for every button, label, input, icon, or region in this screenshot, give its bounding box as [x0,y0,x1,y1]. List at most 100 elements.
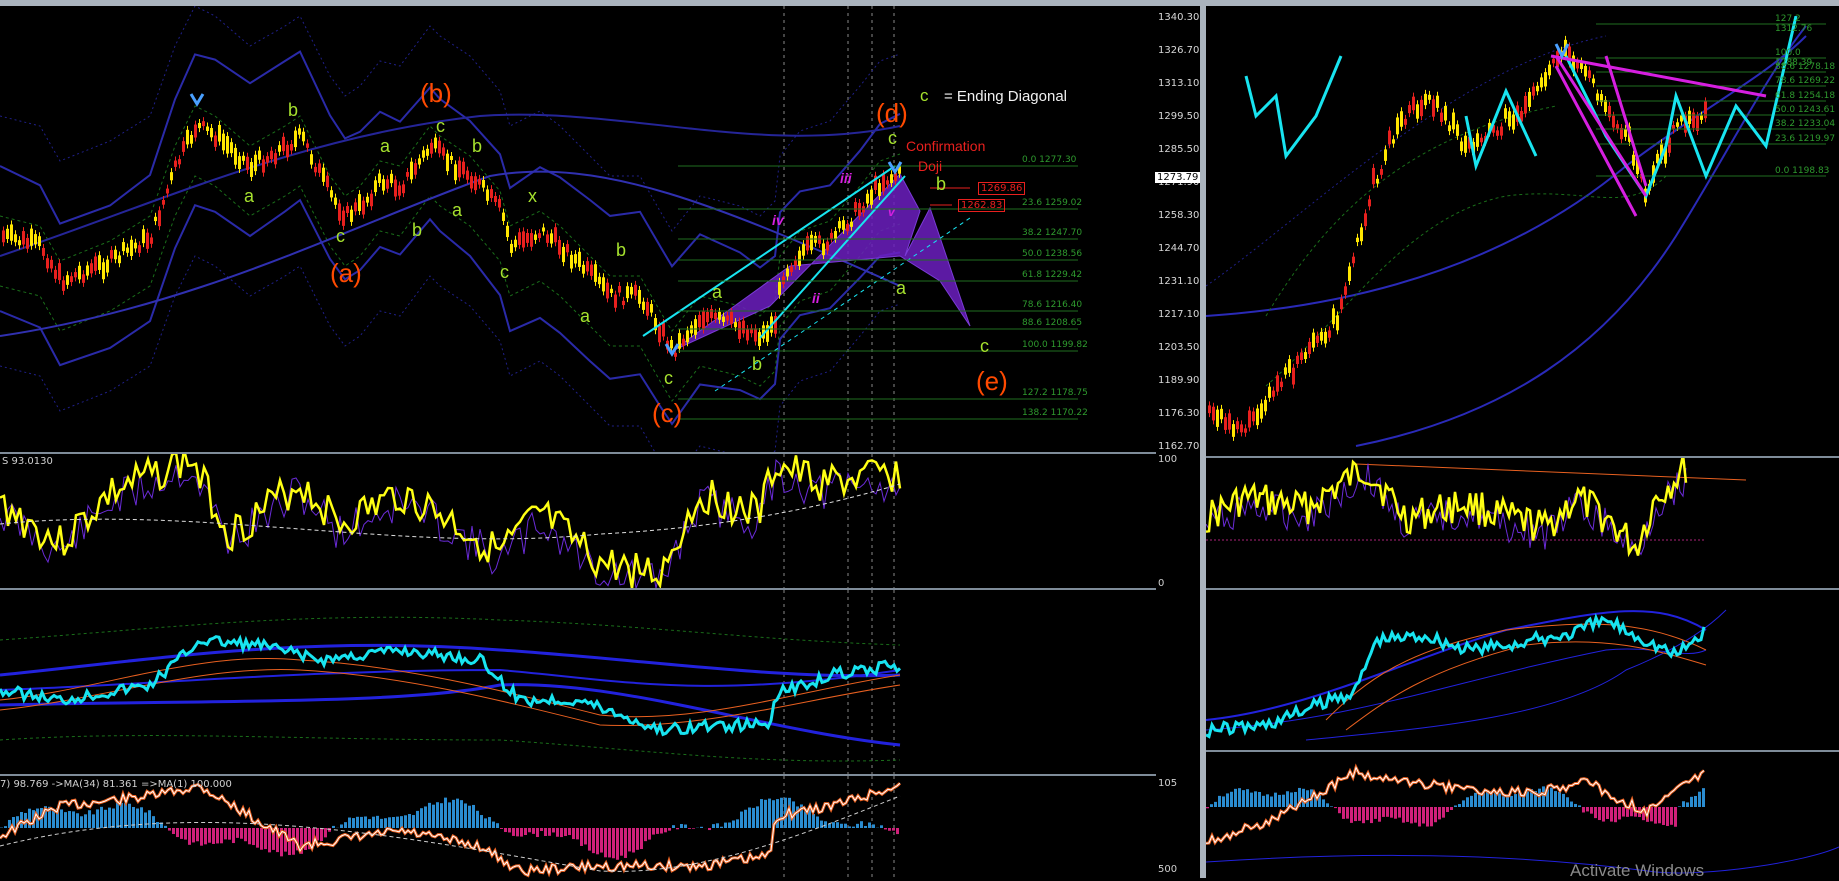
price-tick: 1162.70 [1158,441,1199,452]
left-bands-pane[interactable] [0,590,1154,774]
candle [98,255,101,270]
candle [1336,315,1339,330]
oscillator-trendline [1356,464,1746,480]
histogram-bar [1374,807,1377,819]
histogram-bar [1630,807,1633,816]
histogram-bar [212,828,215,844]
activate-windows-watermark: Activate Windows [1570,861,1704,881]
histogram-bar [112,808,115,828]
histogram-white-line [0,783,900,875]
candle [1224,417,1227,430]
histogram-bar [576,828,579,839]
histogram-bar [720,827,723,828]
candle [582,265,585,274]
candle [562,247,565,262]
histogram-bar [1390,807,1393,818]
wave-label-c: c [664,368,673,389]
candle [850,222,853,227]
right-green-band [1266,176,1666,386]
price-tick: 1244.70 [1158,243,1199,254]
candle [806,236,809,250]
band-outer [0,736,900,761]
candle [250,162,253,177]
right-histogram-pane[interactable] [1206,752,1839,878]
candle [702,312,705,330]
candle [590,265,593,276]
outer-upper-band [0,6,900,231]
candle [670,340,673,348]
candle [1252,411,1255,421]
candle [126,248,129,253]
left-histogram-pane[interactable] [0,776,1154,878]
histogram-bar [384,818,387,828]
histogram-bar [1210,804,1213,807]
candle [622,301,625,305]
candle [1524,96,1527,113]
candle [402,184,405,193]
histogram-bar [884,828,887,829]
candle [462,162,465,175]
candle [202,121,205,126]
fib-level-label: 127.2 1178.75 [1022,388,1088,398]
candle [10,224,13,240]
candle [14,234,17,242]
histogram-bar [1658,807,1661,823]
histogram-bar [1326,803,1329,807]
candle [514,240,517,248]
wave-label-b: b [936,174,946,195]
candle [1340,299,1343,310]
candle [174,161,177,167]
candle [1428,95,1431,100]
histogram-bar [592,828,595,853]
right-price-chart[interactable] [1206,16,1839,454]
price-tick: 1189.90 [1158,375,1199,386]
histogram-bar [712,824,715,828]
histogram-bar [460,800,463,828]
histogram-bar [1258,792,1261,807]
histogram-bar [1370,807,1373,823]
histogram-bar [1698,792,1701,807]
right-bands-pane[interactable] [1206,590,1839,750]
candle [266,156,269,162]
histogram-bar [528,828,531,832]
histogram-bar [388,817,391,828]
cyan-zigzag [1246,56,1536,166]
histogram-bar [1510,796,1513,807]
histogram-bar [536,828,539,837]
candle [658,326,661,343]
candle [2,230,5,242]
histogram-bar [608,828,611,857]
histogram-bar [1574,804,1577,807]
right-oscillator-pane[interactable] [1206,458,1839,588]
histogram-bar [1234,789,1237,807]
histogram-bar [680,824,683,828]
histogram-bar [1250,793,1253,807]
histogram-bar [1334,807,1337,808]
histogram-bar [1238,788,1241,807]
right-green-band [1266,106,1556,316]
fib-level-label: 61.8 1229.42 [1022,270,1082,280]
histogram-bar [868,822,871,828]
histogram-bar [360,817,363,828]
wave-label-b: b [472,136,482,157]
candle [1384,149,1387,161]
candle [1312,333,1315,348]
histogram-bar [1690,797,1693,807]
histogram-bar [1686,802,1689,807]
histogram-bar [1654,807,1657,824]
left-oscillator-pane[interactable] [0,454,1154,588]
candle [1320,332,1323,341]
doji-label: Doji [918,158,942,174]
histogram-bar [724,823,727,828]
histogram-bar [1338,807,1341,813]
histogram-bar [144,812,147,828]
price-tick: 1313.10 [1158,78,1199,89]
candle [162,200,165,205]
histogram-bar [820,821,823,828]
histogram-bar [1418,807,1421,826]
candle [1276,375,1279,391]
candle [150,237,153,243]
histogram-bar [1470,796,1473,807]
histogram-bar [200,828,203,846]
histogram-bar [1354,807,1357,821]
